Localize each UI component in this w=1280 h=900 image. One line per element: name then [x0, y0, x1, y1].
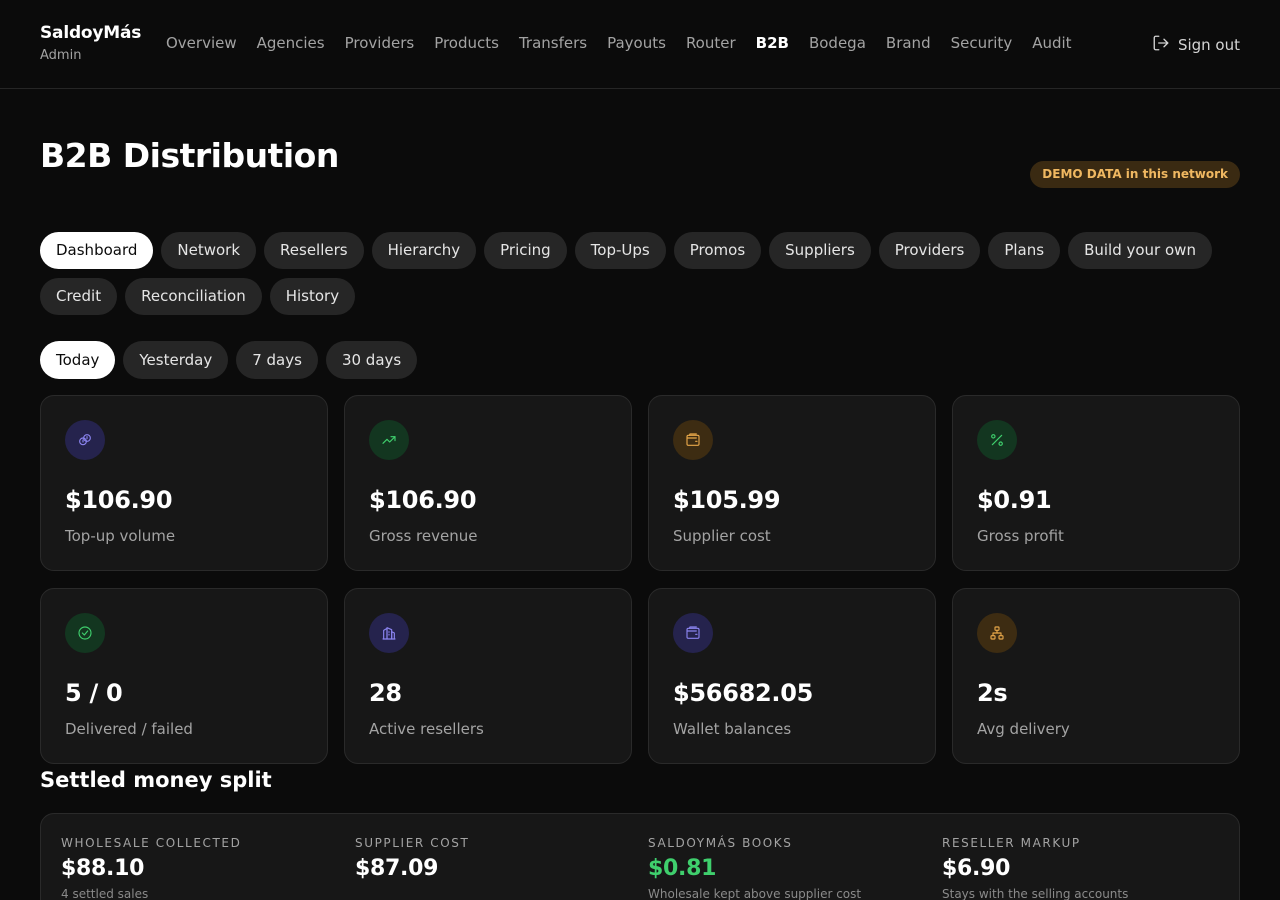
- demo-data-badge: DEMO DATA in this network: [1030, 161, 1240, 188]
- brand-role: Admin: [40, 48, 82, 63]
- split-label: Reseller markup: [942, 836, 1081, 850]
- split-label: SaldoyMás books: [648, 836, 793, 850]
- stat-value: $106.90: [369, 486, 477, 514]
- split-label: Supplier cost: [355, 836, 470, 850]
- stats-grid: $106.90 Top-up volume $106.90 Gross revenue…: [40, 395, 1240, 764]
- stat-label: Top-up volume: [65, 527, 176, 545]
- stat-value: 28: [369, 679, 402, 707]
- tab-plans[interactable]: Plans: [988, 232, 1061, 269]
- split-note: 4 settled sales: [61, 887, 149, 900]
- split-value: $87.09: [355, 856, 439, 881]
- stat-card-avg-delivery: 2s Avg delivery: [952, 588, 1240, 764]
- period-filter: Today Yesterday 7 days 30 days: [40, 341, 418, 379]
- check-circle-icon: [65, 613, 105, 653]
- brand[interactable]: SaldoyMás Admin: [40, 23, 141, 63]
- period-7-days[interactable]: 7 days: [236, 341, 318, 379]
- tab-resellers[interactable]: Resellers: [264, 232, 364, 269]
- split-value: $6.90: [942, 856, 1011, 881]
- tab-suppliers[interactable]: Suppliers: [769, 232, 871, 269]
- tab-top-ups[interactable]: Top-Ups: [574, 232, 666, 269]
- section-tabs: Dashboard Network Resellers Hierarchy Pricin…: [40, 232, 1240, 315]
- stat-label: Wallet balances: [673, 720, 792, 738]
- trending-up-icon: [369, 420, 409, 460]
- stat-value: $56682.05: [673, 679, 814, 707]
- split-note: Wholesale kept above supplier cost: [648, 887, 862, 900]
- tab-hierarchy[interactable]: Hierarchy: [371, 232, 477, 269]
- top-navigation-bar: SaldoyMás Admin Overview Agencies Provider…: [0, 0, 1280, 89]
- link-coins-icon: [65, 420, 105, 460]
- stat-card-wallet-balances: $56682.05 Wallet balances: [648, 588, 936, 764]
- split-supplier-cost: Supplier cost $87.09: [355, 836, 635, 881]
- settled-split-panel: Wholesale collected $88.10 4 settled sales…: [40, 813, 1240, 900]
- tab-network[interactable]: Network: [161, 232, 257, 269]
- nav-item-transfers[interactable]: Transfers: [519, 34, 587, 52]
- nav-item-providers[interactable]: Providers: [345, 34, 415, 52]
- stat-value: 2s: [977, 679, 1008, 707]
- stat-value: $106.90: [65, 486, 173, 514]
- stat-label: Gross profit: [977, 527, 1064, 545]
- stat-label: Avg delivery: [977, 720, 1070, 738]
- nav-item-payouts[interactable]: Payouts: [607, 34, 666, 52]
- tab-credit[interactable]: Credit: [40, 278, 118, 315]
- sign-out-icon: [1152, 34, 1170, 56]
- tab-reconciliation[interactable]: Reconciliation: [125, 278, 262, 315]
- stat-value: $105.99: [673, 486, 781, 514]
- stat-card-gross-revenue: $106.90 Gross revenue: [344, 395, 632, 571]
- tab-dashboard[interactable]: Dashboard: [40, 232, 154, 269]
- sign-out-label: Sign out: [1177, 36, 1240, 54]
- nav-item-products[interactable]: Products: [434, 34, 499, 52]
- nav-item-agencies[interactable]: Agencies: [257, 34, 325, 52]
- stat-label: Active resellers: [369, 720, 484, 738]
- split-wholesale-collected: Wholesale collected $88.10 4 settled sales: [61, 836, 341, 900]
- stat-card-delivered-failed: 5 / 0 Delivered / failed: [40, 588, 328, 764]
- tab-pricing[interactable]: Pricing: [484, 232, 567, 269]
- nav-item-b2b[interactable]: B2B: [756, 34, 789, 52]
- nav-item-bodega[interactable]: Bodega: [809, 34, 866, 52]
- building-icon: [369, 613, 409, 653]
- nav-item-router[interactable]: Router: [686, 34, 736, 52]
- tab-promos[interactable]: Promos: [673, 232, 762, 269]
- tab-providers[interactable]: Providers: [878, 232, 981, 269]
- stat-value: $0.91: [977, 486, 1052, 514]
- stat-label: Gross revenue: [369, 527, 478, 545]
- stat-card-top-up-volume: $106.90 Top-up volume: [40, 395, 328, 571]
- nav-item-brand[interactable]: Brand: [886, 34, 931, 52]
- split-label: Wholesale collected: [61, 836, 242, 850]
- split-value: $0.81: [648, 856, 717, 881]
- page-title: B2B Distribution: [40, 136, 339, 175]
- period-today[interactable]: Today: [40, 341, 116, 379]
- tab-history[interactable]: History: [269, 278, 356, 315]
- period-30-days[interactable]: 30 days: [325, 341, 418, 379]
- split-value: $88.10: [61, 856, 145, 881]
- stat-value: 5 / 0: [65, 679, 123, 707]
- brand-name: SaldoyMás: [40, 23, 142, 43]
- period-yesterday[interactable]: Yesterday: [123, 341, 229, 379]
- stat-label: Supplier cost: [673, 527, 771, 545]
- wallet-icon: [673, 613, 713, 653]
- split-saldoym-s-books: SaldoyMás books $0.81 Wholesale kept above…: [648, 836, 928, 900]
- split-note: Stays with the selling accounts: [942, 887, 1129, 900]
- sign-out-button[interactable]: Sign out: [1152, 34, 1240, 56]
- tab-build-your-own[interactable]: Build your own: [1068, 232, 1212, 269]
- percent-icon: [977, 420, 1017, 460]
- stat-label: Delivered / failed: [65, 720, 193, 738]
- network-icon: [977, 613, 1017, 653]
- split-reseller-markup: Reseller markup $6.90 Stays with the selli…: [942, 836, 1222, 900]
- stat-card-supplier-cost: $105.99 Supplier cost: [648, 395, 936, 571]
- main-nav: Overview Agencies Providers Products Transfe…: [166, 34, 1072, 52]
- nav-item-audit[interactable]: Audit: [1032, 34, 1071, 52]
- stat-card-active-resellers: 28 Active resellers: [344, 588, 632, 764]
- nav-item-overview[interactable]: Overview: [166, 34, 237, 52]
- nav-item-security[interactable]: Security: [951, 34, 1013, 52]
- wallet-icon: [673, 420, 713, 460]
- stat-card-gross-profit: $0.91 Gross profit: [952, 395, 1240, 571]
- section-title: Settled money split: [40, 768, 272, 792]
